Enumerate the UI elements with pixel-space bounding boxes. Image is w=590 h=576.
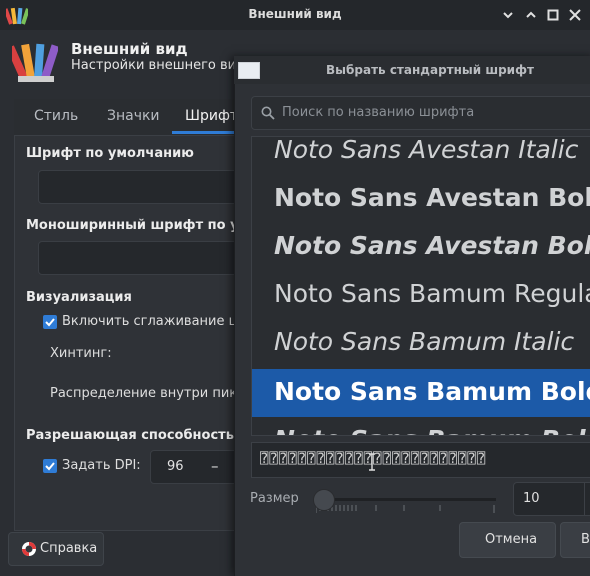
dpi-value: 96 [167,459,184,474]
search-placeholder: Поиск по названию шрифта [282,105,475,120]
maximize-button[interactable] [545,7,561,23]
font-name: Noto Sans Bamum Bold [274,377,590,406]
cancel-button[interactable]: Отмена [459,522,556,558]
window-icon [238,62,260,79]
tab-icons[interactable]: Значки [107,108,160,124]
help-button-label: Справка [40,541,98,556]
search-icon [261,106,275,120]
font-list-item-selected[interactable]: Noto Sans Bamum Bold [252,369,590,417]
font-list-item[interactable]: Noto Sans Bamum Regular [252,271,590,319]
font-preview-field[interactable]: ⍰⍰⍰⍰⍰⍰⍰⍰⍰⍰⍰⍰⍰⍰⍰⍰⍰⍰⍰⍰⍰⍰⍰⍰ [251,442,590,478]
help-button[interactable]: Справка [8,532,104,566]
size-slider-ticks [316,505,495,513]
tab-font[interactable]: Шрифт [185,108,238,124]
dpi-checkbox[interactable] [43,459,57,473]
size-value: 10 [523,491,540,506]
antialias-checkbox[interactable] [43,315,57,329]
font-name: Noto Sans Bamum Regular [274,279,590,308]
check-icon [45,318,55,327]
dpi-label: Задать DPI: [62,458,141,473]
antialias-label: Включить сглаживание шри [62,314,258,329]
font-name: Noto Sans Bamum Bold It [274,425,590,435]
select-button-label: В [581,532,590,547]
cancel-button-label: Отмена [485,532,538,547]
subpixel-label: Распределение внутри пиксел [50,386,261,401]
title-bar[interactable]: Внешний вид [0,0,590,30]
page-title: Внешний вид [71,40,188,58]
font-name: Noto Sans Bamum Italic [274,327,575,356]
font-list-item[interactable]: Noto Sans Bamum Bold It [252,417,590,435]
resolution-title: Разрешающая способность (DP [26,428,265,443]
close-button[interactable] [567,7,583,23]
default-font-title: Шрифт по умолчанию [26,146,194,161]
select-button[interactable]: В [560,522,590,558]
chevron-down-icon [503,12,513,19]
tab-style[interactable]: Стиль [34,108,78,124]
maximize-icon [547,9,559,21]
spin-divider [584,483,585,515]
default-font-button[interactable] [38,170,250,204]
dpi-decrement-button[interactable]: – [211,457,219,475]
font-name: Noto Sans Avestan Bold It [274,231,590,260]
dpi-spinbutton[interactable]: 96 – [150,450,242,484]
close-icon [569,9,581,21]
text-cursor-icon [369,453,375,471]
palette-icon [12,43,58,82]
minimize-button[interactable] [500,7,516,23]
size-slider-handle[interactable] [313,489,335,511]
size-spinbutton[interactable]: 10 [513,482,590,516]
font-list-item[interactable]: Noto Sans Avestan Bold [252,175,590,223]
font-list-item[interactable]: Noto Sans Bamum Italic [252,319,590,367]
chevron-up-icon [526,11,536,18]
hinting-label: Хинтинг: [50,346,112,361]
lifebuoy-icon [22,542,36,556]
dialog-title: Выбрать стандартный шрифт [326,63,534,77]
rendering-title: Визуализация [26,290,132,305]
mono-font-button[interactable] [38,241,250,275]
check-icon [45,462,55,471]
font-list[interactable]: Noto Sans Avestan Italic Noto Sans Avest… [251,136,590,436]
font-list-item[interactable]: Noto Sans Avestan Italic [252,136,590,175]
page-subtitle: Настройки внешнего вида [71,58,254,73]
size-slider-track[interactable] [318,498,496,501]
shade-button[interactable] [523,7,539,23]
font-search-input[interactable]: Поиск по названию шрифта [251,96,590,130]
font-name: Noto Sans Avestan Italic [274,136,579,164]
active-tab-indicator [172,131,236,134]
font-name: Noto Sans Avestan Bold [274,183,590,212]
font-list-item[interactable]: Noto Sans Avestan Bold It [252,223,590,271]
size-label: Размер [250,491,299,506]
